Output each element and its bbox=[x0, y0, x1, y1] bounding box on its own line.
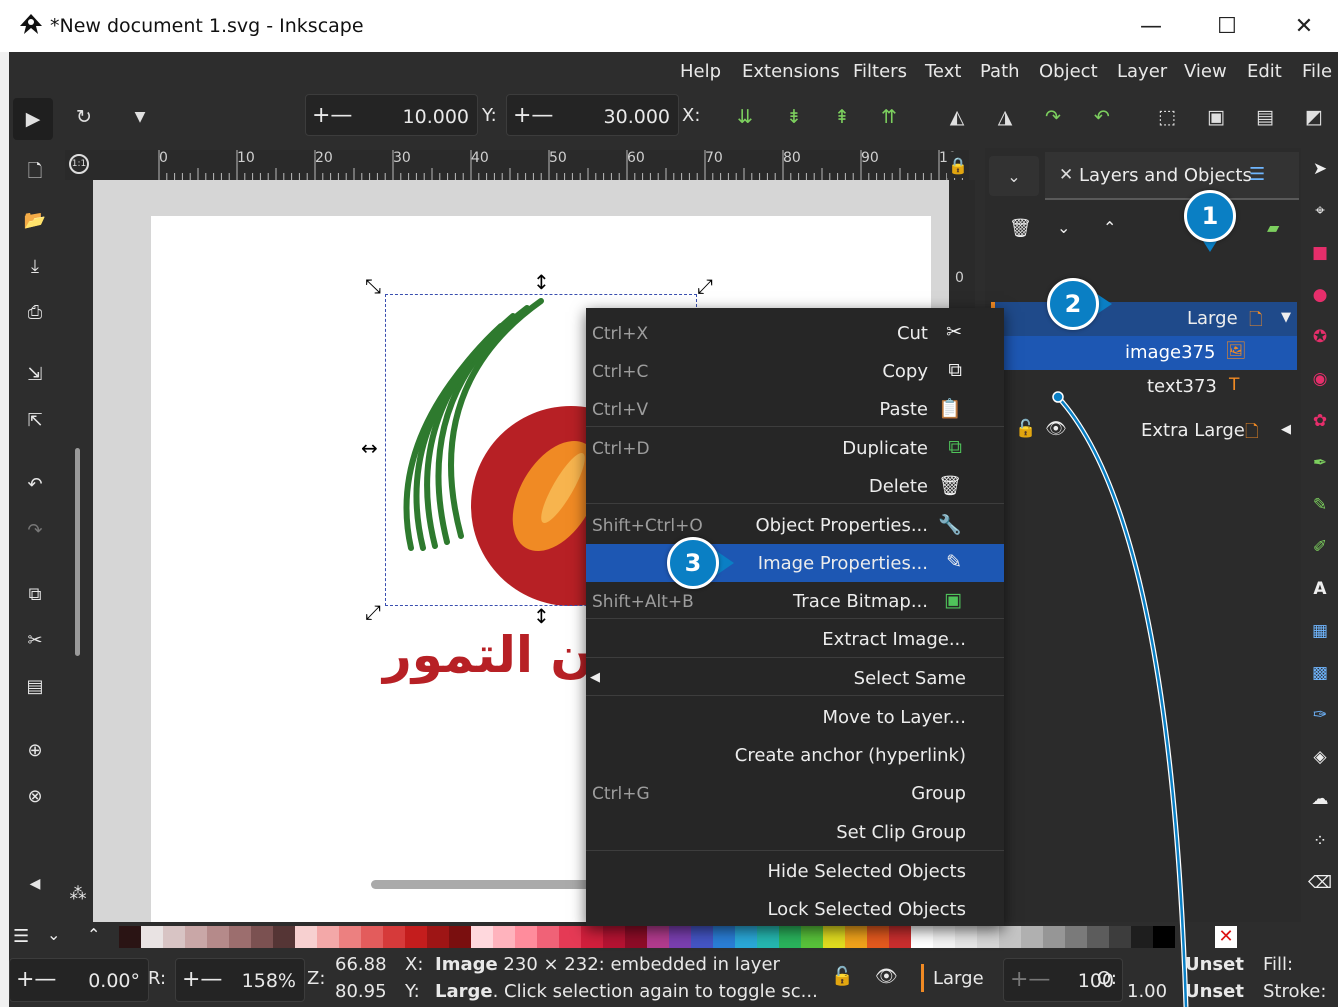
connector-dot bbox=[1052, 391, 1064, 403]
callout-2: 2 bbox=[1047, 278, 1099, 330]
connector-line bbox=[1057, 396, 1188, 1007]
connector-line-outline bbox=[1056, 395, 1189, 1007]
callout-1: 1 bbox=[1184, 190, 1236, 242]
callout-3: 3 bbox=[667, 537, 719, 589]
annotation-overlay bbox=[715, 233, 1222, 1007]
